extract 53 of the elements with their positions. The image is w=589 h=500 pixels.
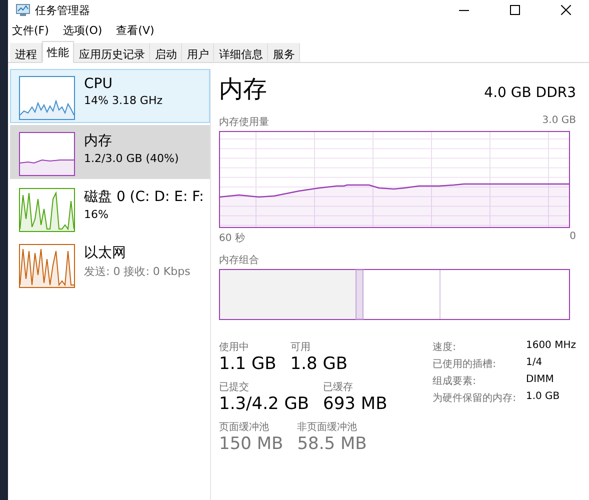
axis-label: 60 秒 [219,232,245,245]
stat-label: 可用 [290,341,312,354]
device-usage: 14% 3.18 GHz [84,94,163,107]
chart-max-label: 3.0 GB [542,115,576,128]
app-icon [16,4,30,16]
tab[interactable]: 启动 [150,43,182,62]
device-name: 以太网 [84,244,127,262]
spec-value: 1600 MHz [526,340,576,353]
stat-value: 1.3/4.2 GB [219,394,310,414]
device-name: 磁盘 0 (C: D: E: F: [84,188,204,206]
stat-label: 页面缓冲池 [219,420,270,434]
tab[interactable]: 进程 [10,43,42,62]
maximize-icon [510,5,520,15]
spec-value: 1.0 GB [526,391,561,404]
tab[interactable]: 详细信息 [214,43,268,62]
stat-label: 非页面缓冲池 [297,420,358,434]
spec-label: 已使用的插槽: [432,358,497,371]
tab[interactable]: 用户 [182,43,214,62]
stat-value: 1.1 GB [219,354,276,374]
panel-title: 内存 [219,74,267,105]
menu-item[interactable]: 选项(O) [62,22,104,38]
sidebar-item[interactable]: 内存 1.2/3.0 GB (40%) [10,125,210,179]
stat-value: 693 MB [323,394,388,414]
tab[interactable]: 服务 [268,43,300,62]
spec-label: 为硬件保留的内存: [432,392,516,405]
menu-item[interactable]: 文件(F) [11,22,50,38]
device-name: 内存 [84,132,113,150]
stat-value: 150 MB [219,434,284,454]
memory-capacity: 4.0 GB DDR3 [484,85,576,101]
axis-label: 0 [570,231,576,244]
device-usage: 1.2/3.0 GB (40%) [84,152,179,165]
spec-value: DIMM [526,374,555,387]
spec-label: 速度: [432,340,457,354]
device-usage: 16% [84,208,110,221]
tab[interactable]: 应用历史记录 [74,43,150,62]
device-name: CPU [84,76,114,92]
spec-value: 1/4 [526,357,544,370]
stat-value: 1.8 GB [290,354,348,374]
stat-label: 已提交 [219,380,250,394]
chart-label: 内存组合 [219,254,259,267]
stat-label: 使用中 [219,340,250,354]
chart-label: 内存使用量 [219,116,269,129]
stat-label: 已缓存 [323,380,354,394]
tab[interactable]: 性能 [42,41,74,63]
spec-label: 组成要素: [432,374,477,388]
window-title: 任务管理器 [35,2,90,18]
device-usage: 发送: 0 接收: 0 Kbps [84,264,190,279]
stat-value: 58.5 MB [297,434,367,454]
menu-item[interactable]: 查看(V) [115,22,156,38]
sidebar-item[interactable]: 以太网 发送: 0 接收: 0 Kbps [10,237,210,291]
close-icon [561,5,571,15]
sidebar-item[interactable]: CPU 14% 3.18 GHz [10,69,210,123]
sidebar-item[interactable]: 磁盘 0 (C: D: E: F: 16% [10,181,210,235]
